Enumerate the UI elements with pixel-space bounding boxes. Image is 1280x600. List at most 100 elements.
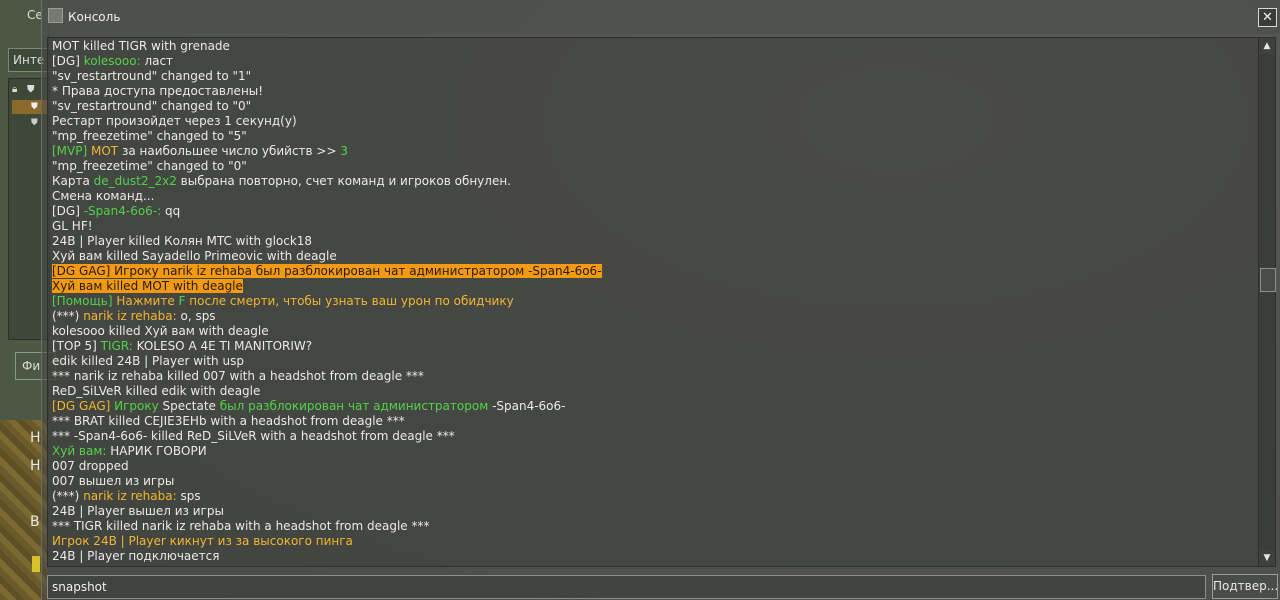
- console-log-segment: MOT: [90, 144, 119, 158]
- console-log-segment: "mp_freezetime" changed to "5": [52, 129, 247, 143]
- submit-button[interactable]: Подтвер...: [1212, 574, 1278, 599]
- console-log-segment: KOLESO A 4E TI MANITORIW?: [132, 339, 313, 353]
- console-log-segment: "mp_freezetime" changed to "0": [52, 159, 247, 173]
- console-log-line: 24B | Player вышел из игры: [52, 504, 224, 519]
- console-log-segment: 24B | Player вышел из игры: [52, 504, 224, 518]
- console-log-segment: Игроку: [114, 399, 163, 413]
- console-log-segment: Карта: [52, 174, 94, 188]
- console-log-segment: 24B | Player подключается: [52, 549, 220, 563]
- console-log-segment: GL HF!: [52, 219, 93, 233]
- console-log-line: GL HF!: [52, 219, 93, 234]
- console-log-line: [Помощь] Нажмите F после смерти, чтобы у…: [52, 294, 514, 309]
- console-log-line: *** narik iz rehaba killed 007 with a he…: [52, 369, 424, 384]
- console-log-segment: Игрок 24B | Player кикнут из за высокого…: [52, 534, 353, 548]
- console-log-line: [TOP 5] TIGR: KOLESO A 4E TI MANITORIW?: [52, 339, 312, 354]
- console-scrollbar[interactable]: ▲ ▼: [1258, 37, 1276, 567]
- console-log-segment: выбрана повторно, счет команд и игроков …: [176, 174, 511, 188]
- console-log-segment: 007 dropped: [52, 459, 129, 473]
- hud-text: В: [30, 514, 40, 530]
- console-log-segment: *** BRAT killed CEJIE3EHb with a headsho…: [52, 414, 405, 428]
- console-log-segment: de_dust2_2x2: [93, 174, 177, 188]
- console-log-segment: narik iz rehaba:: [83, 489, 177, 503]
- console-log-segment: после смерти, чтобы узнать ваш урон по о…: [185, 294, 514, 308]
- console-log-line: [DG GAG] Игроку Spectate был разблокиров…: [52, 399, 566, 414]
- console-log-line: (***) narik iz rehaba: o, sps: [52, 309, 216, 324]
- console-log-segment: kolesooo killed Хуй вам with deagle: [52, 324, 269, 338]
- hud-text: Н: [30, 430, 41, 446]
- console-log-segment: [TOP 5]: [52, 339, 101, 353]
- console-log-segment: [DG]: [52, 54, 84, 68]
- console-log-segment: Смена команд...: [52, 189, 155, 203]
- console-log-segment: *** TIGR killed narik iz rehaba with a h…: [52, 519, 430, 533]
- console-log-segment: (***): [52, 489, 84, 503]
- console-log[interactable]: MOT killed TIGR with grenade [DG] kolesoo…: [47, 37, 1260, 567]
- console-log-segment: -Span4-6o6-:: [83, 204, 162, 218]
- console-title: Консоль: [68, 10, 121, 24]
- console-log-segment: за наибольшее число убийств >>: [118, 144, 341, 158]
- console-log-line: Хуй вам killed MOT with deagle: [52, 279, 243, 294]
- console-log-segment: [MVP]: [52, 144, 91, 158]
- console-log-line: [MVP] MOT за наибольшее число убийств >>…: [52, 144, 348, 159]
- console-log-segment: Хуй вам killed Sayadello Primeovic with …: [52, 249, 337, 263]
- console-log-line: *** BRAT killed CEJIE3EHb with a headsho…: [52, 414, 405, 429]
- console-log-segment: [DG GAG]: [52, 399, 115, 413]
- console-log-segment: Хуй вам:: [52, 444, 107, 458]
- console-log-line: Хуй вам: НАРИК ГОВОРИ: [52, 444, 207, 459]
- hud-indicator: [32, 556, 40, 572]
- console-log-segment: [DG GAG] Игроку narik iz rehaba был разб…: [52, 264, 602, 278]
- console-log-line: 24B | Player подключается: [52, 549, 219, 564]
- console-log-line: Хуй вам killed Sayadello Primeovic with …: [52, 249, 337, 264]
- console-log-line: "mp_freezetime" changed to "5": [52, 129, 247, 144]
- console-log-line: kolesooo killed Хуй вам with deagle: [52, 324, 269, 339]
- console-window: Консоль ✕ MOT killed TIGR with grenade [D…: [41, 0, 1280, 600]
- console-log-line: *** -Span4-6o6- killed ReD_SiLVeR with a…: [52, 429, 455, 444]
- console-log-line: [DG] -Span4-6o6-: qq: [52, 204, 180, 219]
- console-log-line: MOT killed TIGR with grenade: [52, 39, 230, 54]
- console-log-segment: Spectate: [162, 399, 216, 413]
- console-log-segment: qq: [161, 204, 181, 218]
- console-log-segment: ласт: [140, 54, 174, 68]
- shield-icon: ⛊: [27, 84, 35, 95]
- console-log-segment: [Помощь]: [52, 294, 117, 308]
- console-log-segment: sps: [176, 489, 201, 503]
- console-log-segment: ReD_SiLVeR killed edik with deagle: [52, 384, 261, 398]
- console-log-segment: (***): [52, 309, 84, 323]
- console-log-segment: 24B | Player killed Колян MTC with glock…: [52, 234, 313, 248]
- hud-text: Н: [30, 458, 41, 474]
- console-log-segment: narik iz rehaba:: [83, 309, 177, 323]
- console-log-line: * Права доступа предоставлены!: [52, 84, 263, 99]
- console-log-segment: 007 вышел из игры: [52, 474, 175, 488]
- console-log-segment: [DG]: [52, 204, 84, 218]
- console-command-input[interactable]: [48, 576, 1202, 598]
- console-log-segment: kolesooo:: [83, 54, 141, 68]
- scroll-thumb[interactable]: [1260, 268, 1276, 292]
- console-log-line: *** TIGR killed narik iz rehaba with a h…: [52, 519, 430, 534]
- console-titlebar[interactable]: Консоль ✕: [42, 0, 1280, 34]
- console-log-line: 007 вышел из игры: [52, 474, 174, 489]
- console-log-segment: НАРИК ГОВОРИ: [106, 444, 207, 458]
- console-log-line: Карта de_dust2_2x2 выбрана повторно, сче…: [52, 174, 511, 189]
- shield-icon: ⛊: [31, 102, 38, 112]
- shield-icon: ⛊: [31, 118, 38, 128]
- console-log-segment: был разблокирован чат администратором: [215, 399, 493, 413]
- scroll-up-arrow-icon[interactable]: ▲: [1259, 38, 1275, 54]
- close-button[interactable]: ✕: [1258, 8, 1277, 27]
- console-log-line: 24B | Player killed Колян MTC with glock…: [52, 234, 312, 249]
- console-log-line: ReD_SiLVeR killed edik with deagle: [52, 384, 260, 399]
- console-log-segment: *** -Span4-6o6- killed ReD_SiLVeR with a…: [52, 429, 455, 443]
- console-log-segment: "sv_restartround" changed to "0": [52, 99, 252, 113]
- console-log-line: Игрок 24B | Player кикнут из за высокого…: [52, 534, 353, 549]
- console-log-line: Смена команд...: [52, 189, 154, 204]
- console-log-line: [DG] kolesooo: ласт: [52, 54, 173, 69]
- console-log-segment: Хуй вам killed MOT with deagle: [52, 279, 243, 293]
- console-log-segment: edik killed 24B | Player with usp: [52, 354, 244, 368]
- console-log-segment: Нажмите: [116, 294, 179, 308]
- console-log-line: (***) narik iz rehaba: sps: [52, 489, 201, 504]
- console-log-segment: MOT killed TIGR with grenade: [52, 39, 230, 53]
- console-log-segment: o, sps: [176, 309, 216, 323]
- console-log-line: "sv_restartround" changed to "0": [52, 99, 251, 114]
- console-log-line: 007 dropped: [52, 459, 129, 474]
- scroll-down-arrow-icon[interactable]: ▼: [1259, 550, 1275, 566]
- console-log-line: Рестарт произойдет через 1 секунд(у): [52, 114, 297, 129]
- console-log-line: "mp_freezetime" changed to "0": [52, 159, 247, 174]
